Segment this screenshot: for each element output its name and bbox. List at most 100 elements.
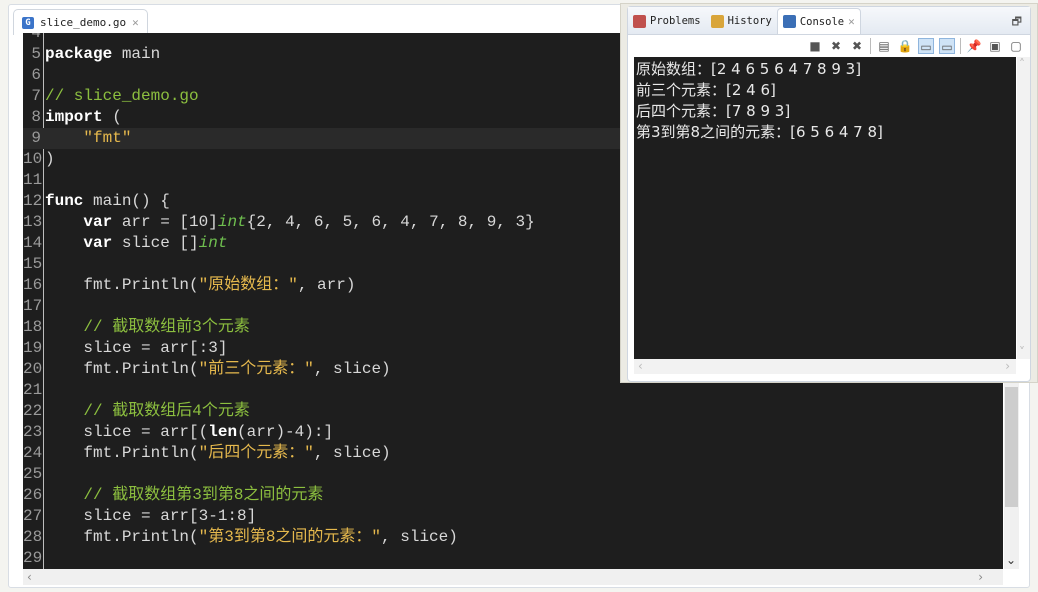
code-token: var (83, 213, 113, 231)
tab-problems[interactable]: Problems (628, 8, 706, 34)
line-text: // 截取数组前3个元素 (45, 317, 250, 338)
code-line: 22 // 截取数组后4个元素 (23, 401, 1003, 422)
show-on-stdout-icon[interactable]: ▭ (918, 38, 934, 54)
code-token: // 截取数组第3到第8之间的元素 (83, 486, 324, 504)
editor-tab-slice-demo[interactable]: G slice_demo.go ✕ (13, 9, 148, 35)
line-number: 26 (23, 486, 43, 504)
editor-tab-label: slice_demo.go (40, 16, 127, 29)
line-text: slice = arr[:3] (45, 338, 227, 359)
code-token: ) (45, 150, 55, 168)
console-line: 后四个元素：[7 8 9 3] (636, 102, 791, 120)
terminate-icon[interactable]: ■ (807, 38, 823, 54)
line-text: "fmt" (45, 128, 131, 149)
scroll-right-icon[interactable]: › (978, 570, 983, 584)
line-text: // 截取数组第3到第8之间的元素 (45, 485, 323, 506)
line-number: 16 (23, 276, 43, 294)
line-text: var slice []int (45, 233, 227, 254)
code-line: 21 (23, 380, 1003, 401)
scroll-right-icon[interactable]: › (1005, 359, 1010, 373)
line-text: var arr = [10]int{2, 4, 6, 5, 6, 4, 7, 8… (45, 212, 534, 233)
line-number: 27 (23, 507, 43, 525)
code-token: (arr)-4):] (237, 423, 334, 441)
line-number: 28 (23, 528, 43, 546)
line-number: 24 (23, 444, 43, 462)
line-text: fmt.Println("后四个元素：", slice) (45, 443, 391, 464)
scroll-up-icon[interactable]: ˄ (1019, 57, 1025, 71)
close-icon[interactable]: ✕ (132, 16, 139, 29)
code-token: int (217, 213, 247, 231)
tab-label: History (727, 15, 772, 27)
line-text: ) (45, 149, 55, 170)
code-token: import (45, 108, 103, 126)
code-token: func (45, 192, 84, 210)
show-on-stderr-icon[interactable]: ▭ (939, 38, 955, 54)
line-text: import ( (45, 107, 122, 128)
tab-label: Problems (650, 15, 701, 27)
code-token: main (112, 45, 161, 63)
code-token: "原始数组：" (198, 276, 298, 294)
code-token: fmt.Println( (45, 276, 199, 294)
line-text: func main() { (45, 191, 170, 212)
console-vertical-scrollbar[interactable]: ˄ ˅ (1017, 57, 1030, 359)
tab-history[interactable]: History (706, 8, 777, 34)
code-token: arr = [10] (112, 213, 218, 231)
code-token: slice = arr[3-1:8] (45, 507, 257, 525)
line-text: fmt.Println("原始数组：", arr) (45, 275, 355, 296)
line-text: fmt.Println("第3到第8之间的元素：", slice) (45, 527, 458, 548)
clear-console-icon[interactable]: ▤ (876, 38, 892, 54)
line-text: // 截取数组后4个元素 (45, 401, 250, 422)
tab-console[interactable]: Console ✕ (776, 8, 861, 34)
pin-console-icon[interactable]: 📌 (966, 38, 982, 54)
editor-horizontal-scrollbar[interactable]: ‹ › (23, 569, 1003, 585)
go-file-icon: G (22, 16, 34, 29)
line-number: 13 (23, 213, 43, 231)
scroll-down-icon[interactable]: ˅ (1019, 345, 1025, 359)
remove-launch-icon[interactable]: ✖ (828, 38, 844, 54)
line-text: slice = arr[(len(arr)-4):] (45, 422, 333, 443)
code-line: 23 slice = arr[(len(arr)-4):] (23, 422, 1003, 443)
code-line: 28 fmt.Println("第3到第8之间的元素：", slice) (23, 527, 1003, 548)
history-icon (710, 14, 724, 28)
scroll-left-icon[interactable]: ‹ (638, 359, 643, 373)
code-token: len (208, 423, 238, 441)
scroll-lock-icon[interactable]: 🔒 (897, 38, 913, 54)
code-token: , slice) (381, 528, 458, 546)
code-token: package (45, 45, 113, 63)
code-token: // 截取数组前3个元素 (83, 318, 250, 336)
remove-all-icon[interactable]: ✖ (849, 38, 865, 54)
code-token: ( (102, 108, 122, 126)
code-token: fmt.Println( (45, 444, 199, 462)
code-token: main() { (83, 192, 170, 210)
code-token: int (198, 234, 228, 252)
line-number: 17 (23, 297, 43, 315)
console-line: 原始数组：[2 4 6 5 6 4 7 8 9 3] (636, 60, 862, 78)
code-line: 24 fmt.Println("后四个元素：", slice) (23, 443, 1003, 464)
open-console-icon[interactable]: ▢ (1008, 38, 1024, 54)
console-view-popup: Problems History Console ✕ 🗗 ■ ✖ ✖ ▤ 🔒 ▭ ▭ 📌 ▣ ▢ 原始数… (620, 3, 1038, 383)
code-token: // 截取数组后4个元素 (83, 402, 250, 420)
line-number: 7 (31, 87, 41, 105)
line-number: 21 (23, 381, 43, 399)
tab-label: Console (799, 15, 845, 28)
close-icon[interactable]: ✕ (848, 15, 855, 28)
line-number: 22 (23, 402, 43, 420)
code-token: , arr) (297, 276, 356, 294)
code-token: , slice) (313, 444, 391, 462)
line-number: 6 (31, 66, 41, 84)
toolbar-separator (960, 38, 961, 54)
display-console-icon[interactable]: ▣ (987, 38, 1003, 54)
scrollbar-thumb[interactable] (1005, 387, 1018, 507)
code-line: 29 (23, 548, 1003, 569)
console-line: 第3到第8之间的元素：[6 5 6 4 7 8] (636, 123, 883, 141)
scroll-left-icon[interactable]: ‹ (27, 570, 32, 584)
console-horizontal-scrollbar[interactable]: ‹ › (634, 359, 1016, 374)
line-number: 29 (23, 549, 43, 567)
restore-icon[interactable]: 🗗 (1012, 13, 1022, 32)
console-output[interactable]: 原始数组：[2 4 6 5 6 4 7 8 9 3] 前三个元素：[2 4 6] 后… (634, 57, 1016, 359)
scroll-down-icon[interactable]: ⌄ (1006, 553, 1016, 567)
console-icon (782, 15, 796, 28)
